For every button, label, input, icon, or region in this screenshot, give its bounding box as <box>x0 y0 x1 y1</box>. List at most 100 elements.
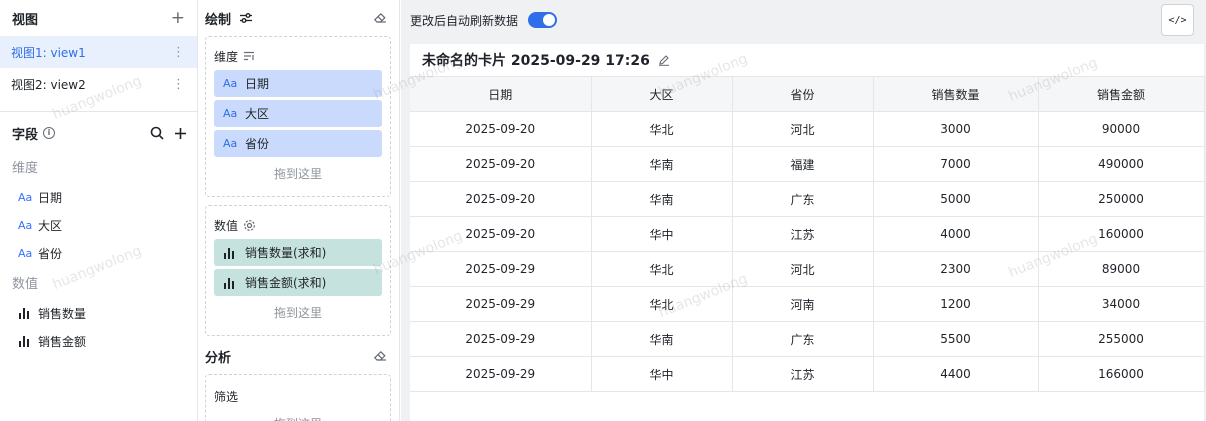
gear-icon[interactable] <box>243 219 256 232</box>
table-cell: 福建 <box>731 146 874 182</box>
pill-label: 大区 <box>245 107 270 121</box>
column-header[interactable]: 销售数量 <box>872 76 1039 112</box>
table-cell: 490000 <box>1037 146 1205 182</box>
draw-header: 绘制 <box>198 0 399 36</box>
measure-dropbox[interactable]: 数值 销售数量(求和) 销售金额(求和) 拖到这里 <box>205 205 391 336</box>
fields-actions <box>150 126 187 140</box>
eraser-icon[interactable] <box>373 11 387 25</box>
bar-chart-icon <box>19 308 29 319</box>
table-cell: 华北 <box>590 286 733 322</box>
table-cell: 2025-09-20 <box>410 111 592 147</box>
column-header[interactable]: 大区 <box>590 76 733 112</box>
chart-card: 未命名的卡片 2025-09-29 17:26 日期 大区 省份 销售数量 销售… <box>410 44 1205 421</box>
field-label: 销售金额 <box>38 334 87 349</box>
table-cell: 2300 <box>872 251 1039 287</box>
table-cell: 1200 <box>872 286 1039 322</box>
table-cell: 4400 <box>872 356 1039 392</box>
search-icon[interactable] <box>150 126 164 140</box>
dimension-dropbox[interactable]: 维度 Aa 日期 Aa 大区 Aa 省份 拖到这里 <box>205 36 391 197</box>
table-cell: 河南 <box>731 286 874 322</box>
column-header[interactable]: 日期 <box>410 76 592 112</box>
table-cell: 2025-09-29 <box>410 251 592 287</box>
field-label: 日期 <box>38 190 63 205</box>
field-label: 省份 <box>38 246 63 261</box>
encoding-panel: 绘制 维度 Aa 日期 Aa 大区 Aa 省份 拖到这里 数值 销售数量(求和)… <box>198 0 400 421</box>
eraser-icon[interactable] <box>373 349 387 363</box>
add-field-icon[interactable] <box>174 127 187 140</box>
add-view-icon[interactable]: + <box>171 9 185 27</box>
dropzone-hint: 拖到这里 <box>273 306 322 320</box>
bar-chart-icon <box>224 277 234 289</box>
filter-dropbox[interactable]: 筛选 拖到这里 <box>205 374 391 421</box>
filter-box-title: 筛选 <box>214 389 239 404</box>
dropzone-hint: 拖到这里 <box>214 410 382 421</box>
pill-label: 销售金额(求和) <box>245 276 327 290</box>
analysis-header: 分析 <box>198 338 399 374</box>
table-row: 2025-09-29 华北 河北 2300 89000 <box>410 251 1205 287</box>
dimension-box-title: 维度 <box>214 49 239 64</box>
table-cell: 255000 <box>1037 321 1205 357</box>
table-cell: 89000 <box>1037 251 1205 287</box>
edit-icon[interactable] <box>658 54 670 66</box>
table-cell: 河北 <box>731 251 874 287</box>
measure-box-title: 数值 <box>214 218 239 233</box>
pill-label: 日期 <box>245 77 270 91</box>
table-cell: 4000 <box>872 216 1039 252</box>
table-cell: 广东 <box>731 321 874 357</box>
column-header[interactable]: 销售金额 <box>1037 76 1205 112</box>
table-row: 2025-09-29 华中 江苏 4400 166000 <box>410 356 1205 392</box>
table-cell: 2025-09-20 <box>410 146 592 182</box>
pill-label: 销售数量(求和) <box>245 246 327 260</box>
measure-pill-sales-amount[interactable]: 销售金额(求和) <box>214 269 382 296</box>
divider <box>0 111 197 112</box>
analysis-title: 分析 <box>205 350 232 366</box>
field-item-sales-qty[interactable]: 销售数量 <box>0 299 197 327</box>
table-cell: 7000 <box>872 146 1039 182</box>
code-view-button[interactable]: </> <box>1161 4 1194 36</box>
measure-pill-sales-qty[interactable]: 销售数量(求和) <box>214 239 382 266</box>
views-title: 视图 <box>12 12 39 28</box>
table-row: 2025-09-20 华北 河北 3000 90000 <box>410 111 1205 147</box>
table-row: 2025-09-20 华南 广东 5000 250000 <box>410 181 1205 217</box>
fields-title-wrap: 字段 i <box>12 124 56 143</box>
field-item-province[interactable]: Aa 省份 <box>0 239 197 267</box>
dimension-pill-region[interactable]: Aa 大区 <box>214 100 382 127</box>
table-row: 2025-09-20 华南 福建 7000 490000 <box>410 146 1205 182</box>
text-type-icon: Aa <box>18 190 33 204</box>
view-item-1[interactable]: 视图1: view1 ⋮ <box>0 36 197 68</box>
table-cell: 江苏 <box>731 216 874 252</box>
table-cell: 2025-09-29 <box>410 321 592 357</box>
table-cell: 2025-09-20 <box>410 216 592 252</box>
table-row: 2025-09-29 华南 广东 5500 255000 <box>410 321 1205 357</box>
text-type-icon: Aa <box>223 107 238 120</box>
data-table: 日期 大区 省份 销售数量 销售金额 2025-09-20 华北 河北 3000 900… <box>410 76 1205 392</box>
field-item-date[interactable]: Aa 日期 <box>0 183 197 211</box>
field-item-region[interactable]: Aa 大区 <box>0 211 197 239</box>
view-item-2[interactable]: 视图2: view2 ⋮ <box>0 68 197 100</box>
table-cell: 河北 <box>731 111 874 147</box>
info-icon[interactable]: i <box>43 127 56 139</box>
auto-refresh-toggle[interactable] <box>528 12 558 28</box>
column-header[interactable]: 省份 <box>731 76 874 112</box>
bar-chart-icon <box>224 247 234 259</box>
swap-icon[interactable] <box>239 12 253 24</box>
card-title-row: 未命名的卡片 2025-09-29 17:26 <box>410 44 1204 76</box>
more-icon[interactable]: ⋮ <box>172 45 185 60</box>
table-cell: 160000 <box>1037 216 1205 252</box>
field-label: 销售数量 <box>38 306 87 321</box>
card-title: 未命名的卡片 2025-09-29 17:26 <box>422 53 650 69</box>
dimension-pill-province[interactable]: Aa 省份 <box>214 130 382 157</box>
table-cell: 江苏 <box>731 356 874 392</box>
measure-box-title-wrap: 数值 <box>214 214 382 236</box>
more-icon[interactable]: ⋮ <box>172 77 185 92</box>
dimension-box-title-wrap: 维度 <box>214 45 382 67</box>
refresh-bar: 更改后自动刷新数据 <box>401 0 1206 40</box>
table-cell: 5000 <box>872 181 1039 217</box>
field-item-sales-amount[interactable]: 销售金额 <box>0 327 197 355</box>
table-cell: 3000 <box>872 111 1039 147</box>
dimension-group-label: 维度 <box>12 161 39 176</box>
table-cell: 90000 <box>1037 111 1205 147</box>
fields-title: 字段 <box>12 127 39 143</box>
dimension-pill-date[interactable]: Aa 日期 <box>214 70 382 97</box>
sort-icon[interactable] <box>243 51 255 61</box>
